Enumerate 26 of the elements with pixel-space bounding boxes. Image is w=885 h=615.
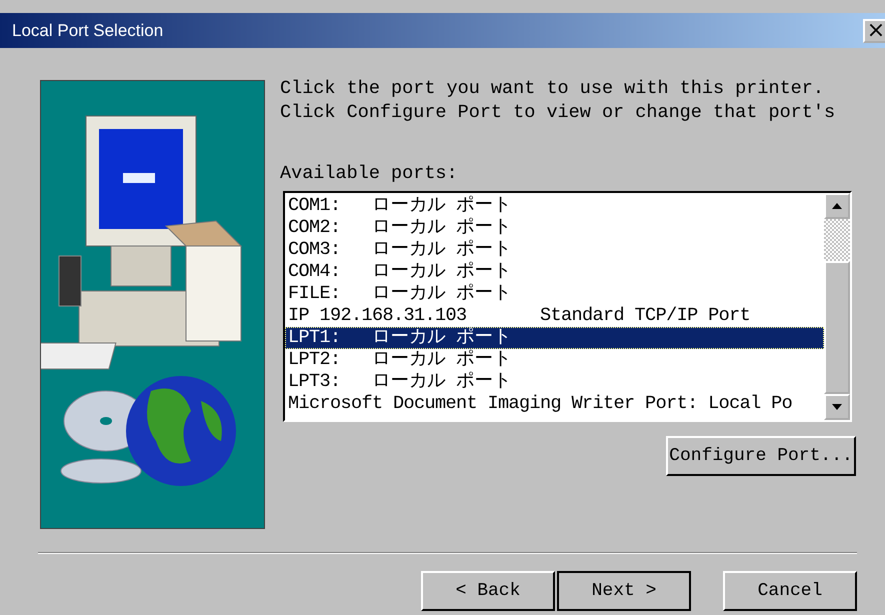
wizard-button[interactable]: Next >: [557, 571, 691, 611]
configure-port-button[interactable]: Configure Port...: [666, 436, 856, 476]
wizard-button[interactable]: Cancel: [723, 571, 857, 611]
close-button[interactable]: ×: [863, 18, 885, 42]
wizard-button[interactable]: < Back: [421, 571, 555, 611]
port-list-item[interactable]: COM4: ローカル ポート: [285, 261, 824, 283]
port-list-item[interactable]: LPT2: ローカル ポート: [285, 349, 824, 371]
instruction-text: Click the port you want to use with this printer.: [280, 77, 825, 101]
port-list-item[interactable]: LPT1: ローカル ポート: [285, 327, 824, 349]
port-list-item[interactable]: COM3: ローカル ポート: [285, 239, 824, 261]
scrollbar-thumb[interactable]: [824, 261, 850, 394]
instruction-text: Click Configure Port to view or change that port's: [280, 101, 836, 125]
port-list-item[interactable]: LPT3: ローカル ポート: [285, 371, 824, 393]
scroll-up-button[interactable]: [824, 193, 850, 219]
port-list-item[interactable]: COM1: ローカル ポート: [285, 195, 824, 217]
ports-label: Available ports:: [280, 163, 459, 184]
window-title: Local Port Selection: [11, 20, 164, 40]
port-list-item[interactable]: FILE: ローカル ポート: [285, 283, 824, 305]
port-list-item[interactable]: COM2: ローカル ポート: [285, 217, 824, 239]
port-list-item[interactable]: IP 192.168.31.103 Standard TCP/IP Port: [285, 305, 824, 327]
port-list-item[interactable]: Microsoft Document Imaging Writer Port: Local Po: [285, 393, 824, 415]
scrollbar[interactable]: [824, 193, 850, 420]
up-arrow-icon: [831, 202, 843, 210]
down-arrow-icon: [831, 403, 843, 411]
scroll-down-button[interactable]: [824, 394, 850, 420]
ports-list[interactable]: [283, 191, 852, 422]
